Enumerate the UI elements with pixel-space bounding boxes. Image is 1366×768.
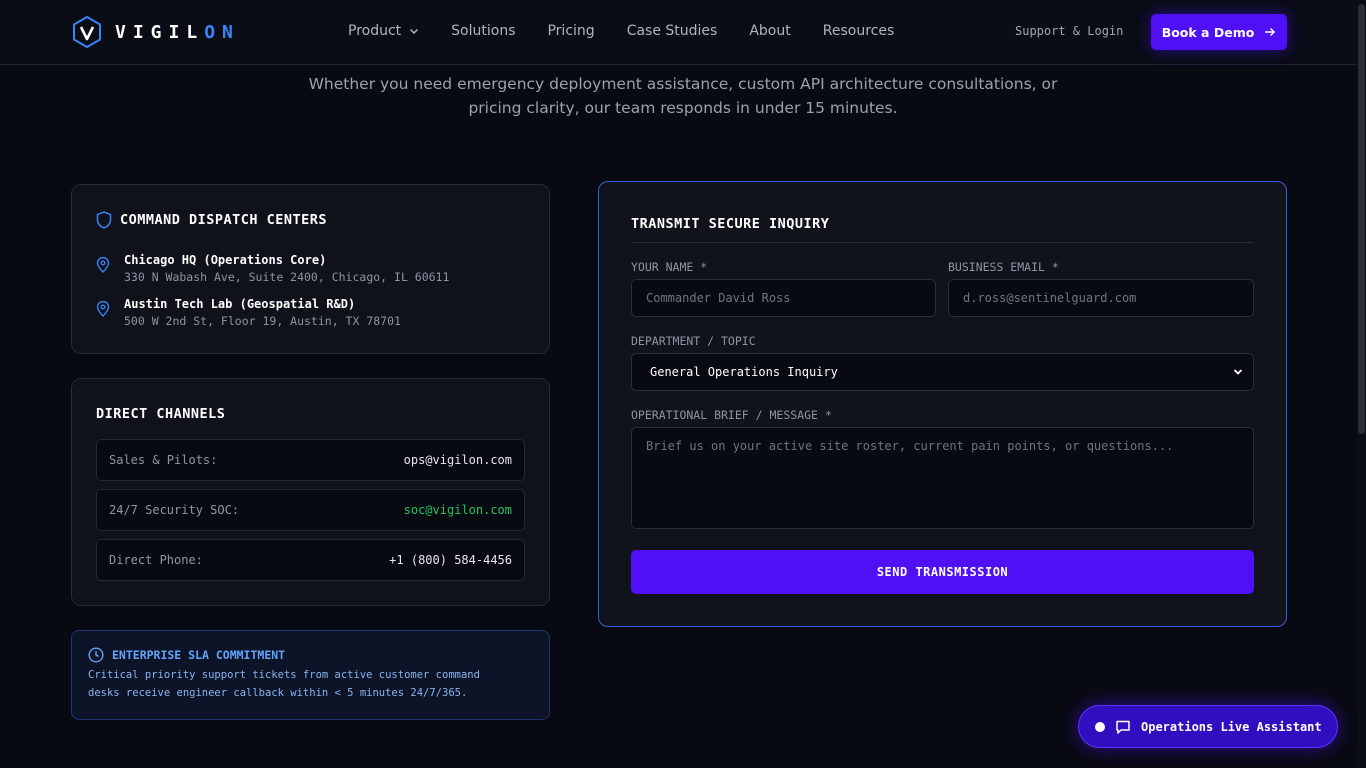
department-label: DEPARTMENT / TOPIC: [631, 334, 756, 348]
department-selected-value: General Operations Inquiry: [650, 365, 838, 379]
nav-product-label: Product: [348, 23, 402, 39]
sla-commitment-card: ENTERPRISE SLA COMMITMENT Critical prior…: [71, 630, 550, 720]
direct-channels-title: DIRECT CHANNELS: [96, 406, 226, 422]
channel-label: Direct Phone:: [109, 553, 203, 567]
map-pin-icon: [96, 301, 110, 317]
book-demo-button[interactable]: Book a Demo: [1151, 14, 1287, 50]
sla-description: Critical priority support tickets from a…: [88, 666, 528, 702]
chevron-down-icon: [1233, 369, 1243, 375]
location-address: 330 N Wabash Ave, Suite 2400, Chicago, I…: [124, 270, 450, 284]
sales-email-link[interactable]: ops@vigilon.com: [404, 453, 512, 467]
dispatch-centers-title: COMMAND DISPATCH CENTERS: [120, 212, 328, 228]
message-label: OPERATIONAL BRIEF / MESSAGE *: [631, 408, 832, 422]
name-label: YOUR NAME *: [631, 260, 708, 274]
vigilon-logo-icon: [73, 16, 101, 48]
channel-row-sales: Sales & Pilots: ops@vigilon.com: [96, 439, 525, 481]
phone-link[interactable]: +1 (800) 584-4456: [389, 553, 512, 567]
main-nav: Product Solutions Pricing Case Studies A…: [348, 23, 926, 39]
sla-line-2: desks receive engineer callback within <…: [88, 687, 468, 699]
shield-icon: [96, 211, 112, 229]
intro-text: Whether you need emergency deployment as…: [300, 72, 1066, 120]
channel-label: 24/7 Security SOC:: [109, 503, 240, 517]
scrollbar-thumb[interactable]: [1358, 4, 1365, 434]
support-login-link[interactable]: Support & Login: [1015, 24, 1123, 38]
email-label: BUSINESS EMAIL *: [948, 260, 1059, 274]
live-assistant-button[interactable]: Operations Live Assistant: [1078, 705, 1338, 748]
location-name: Austin Tech Lab (Geospatial R&D): [124, 297, 356, 311]
clock-icon: [88, 647, 104, 663]
location-address: 500 W 2nd St, Floor 19, Austin, TX 78701: [124, 314, 401, 328]
book-demo-label: Book a Demo: [1161, 24, 1255, 40]
nav-about[interactable]: About: [749, 23, 790, 39]
nav-solutions[interactable]: Solutions: [451, 23, 515, 39]
chevron-down-icon: [410, 28, 419, 35]
assistant-label: Operations Live Assistant: [1141, 719, 1322, 734]
intro-line-1: Whether you need emergency deployment as…: [308, 75, 1058, 93]
soc-email-link[interactable]: soc@vigilon.com: [404, 503, 512, 517]
top-nav-bar: VIGILON Product Solutions Pricing Case S…: [0, 0, 1366, 65]
channel-row-phone: Direct Phone: +1 (800) 584-4456: [96, 539, 525, 581]
dispatch-centers-card: COMMAND DISPATCH CENTERS Chicago HQ (Ope…: [71, 184, 550, 354]
nav-resources[interactable]: Resources: [823, 23, 895, 39]
send-transmission-button[interactable]: SEND TRANSMISSION: [631, 550, 1254, 594]
message-textarea[interactable]: [631, 427, 1254, 529]
sla-title: ENTERPRISE SLA COMMITMENT: [112, 648, 286, 662]
channel-label: Sales & Pilots:: [109, 453, 218, 467]
form-divider: [631, 242, 1254, 243]
nav-pricing[interactable]: Pricing: [547, 23, 594, 39]
logo-wordmark: VIGILON: [115, 21, 240, 43]
map-pin-icon: [96, 257, 110, 273]
channel-row-soc: 24/7 Security SOC: soc@vigilon.com: [96, 489, 525, 531]
department-select[interactable]: General Operations Inquiry: [631, 353, 1254, 391]
chat-bubble-icon: [1116, 720, 1130, 734]
direct-channels-card: DIRECT CHANNELS Sales & Pilots: ops@vigi…: [71, 378, 550, 606]
name-input[interactable]: [631, 279, 936, 317]
status-dot: [1095, 721, 1105, 732]
form-title: TRANSMIT SECURE INQUIRY: [631, 216, 830, 232]
page-scrollbar[interactable]: [1357, 0, 1366, 768]
logo[interactable]: VIGILON: [73, 16, 240, 48]
sla-line-1: Critical priority support tickets from a…: [88, 669, 480, 681]
nav-product[interactable]: Product: [348, 23, 419, 39]
nav-case-studies[interactable]: Case Studies: [627, 23, 718, 39]
location-name: Chicago HQ (Operations Core): [124, 253, 327, 267]
intro-line-2: pricing clarity, our team responds in un…: [468, 99, 898, 117]
email-input[interactable]: [948, 279, 1254, 317]
arrow-right-icon: [1265, 27, 1276, 37]
inquiry-form: TRANSMIT SECURE INQUIRY YOUR NAME * BUSI…: [598, 181, 1287, 627]
